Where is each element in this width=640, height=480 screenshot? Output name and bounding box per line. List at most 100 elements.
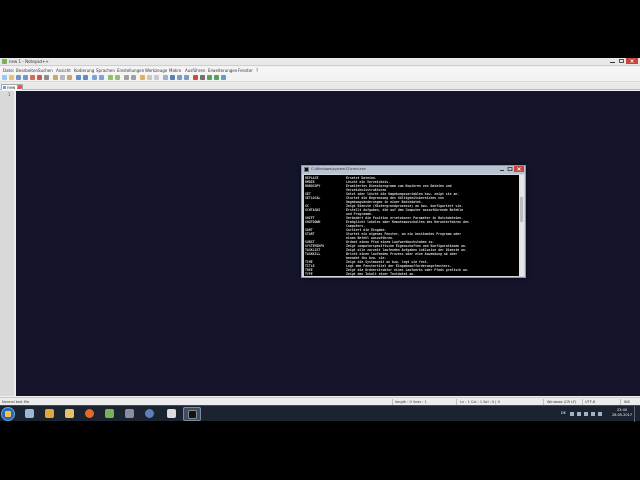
- close-all-icon[interactable]: [37, 75, 42, 80]
- show-desktop-button[interactable]: [634, 406, 640, 422]
- open-file-icon[interactable]: [9, 75, 14, 80]
- taskbar-app[interactable]: [121, 407, 139, 421]
- maximize-icon: [507, 167, 513, 171]
- clock[interactable]: 23:40 28.05.2017: [612, 408, 632, 418]
- desktop: new 1 - Notepad++ Datei Bearbeiten Suche…: [0, 0, 640, 480]
- paste-icon[interactable]: [67, 75, 72, 80]
- tray-volume-icon[interactable]: [591, 412, 595, 416]
- command-prompt-window: C:\Windows\system32\cmd.exe REPLACE Erset…: [301, 165, 526, 278]
- tab-close-icon[interactable]: [18, 85, 22, 89]
- cmd-minimize-button[interactable]: [498, 166, 506, 172]
- command-name: SHUTDOWN: [305, 220, 321, 224]
- tab-bar: new 1: [0, 83, 640, 90]
- firefox-icon: [85, 409, 94, 418]
- indent-guide-icon[interactable]: [154, 75, 159, 80]
- cmd-vertical-scrollbar[interactable]: [519, 175, 524, 276]
- menu-item-makro[interactable]: Makro: [169, 68, 181, 73]
- close-icon: [630, 59, 634, 63]
- close-button[interactable]: [626, 58, 638, 64]
- disc-icon: [145, 409, 154, 418]
- taskbar-document[interactable]: [163, 407, 181, 421]
- command-name: TASKKILL: [305, 252, 321, 256]
- taskbar-cmd[interactable]: [183, 407, 201, 421]
- menu-item-bearbeiten[interactable]: Bearbeiten: [16, 68, 38, 73]
- status-insert-mode: INS: [624, 400, 630, 404]
- menu-item-ausfuehren[interactable]: Ausführen: [185, 68, 205, 73]
- fold-margin[interactable]: [14, 91, 16, 396]
- language-icon[interactable]: [163, 75, 168, 80]
- taskbar-media-player[interactable]: [41, 407, 59, 421]
- menu-item-kodierung[interactable]: Kodierung: [74, 68, 94, 73]
- tray-flag-icon[interactable]: [577, 412, 581, 416]
- tray-network-icon[interactable]: [584, 412, 588, 416]
- tab-new-1[interactable]: new 1: [1, 84, 23, 90]
- clock-date: 28.05.2017: [612, 413, 633, 417]
- network-icon: [25, 409, 34, 418]
- record-macro-icon[interactable]: [193, 75, 198, 80]
- zoom-in-icon[interactable]: [108, 75, 113, 80]
- new-file-icon[interactable]: [2, 75, 7, 80]
- taskbar-firefox[interactable]: [81, 407, 99, 421]
- command-description: Zeigt den Inhalt einer Textdatei an.: [346, 272, 416, 276]
- save-macro-icon[interactable]: [221, 75, 226, 80]
- system-tray: [558, 408, 608, 420]
- minimize-button[interactable]: [608, 58, 617, 64]
- find-icon[interactable]: [92, 75, 97, 80]
- save-all-icon[interactable]: [23, 75, 28, 80]
- sync-horizontal-icon[interactable]: [131, 75, 136, 80]
- sync-vertical-icon[interactable]: [124, 75, 129, 80]
- save-icon[interactable]: [16, 75, 21, 80]
- folder-workspace-icon[interactable]: [184, 75, 189, 80]
- menu-item-einstellungen[interactable]: Einstellungen: [117, 68, 144, 73]
- document-map-icon[interactable]: [170, 75, 175, 80]
- word-wrap-icon[interactable]: [140, 75, 145, 80]
- undo-icon[interactable]: [76, 75, 81, 80]
- menu-item-ansicht[interactable]: Ansicht: [56, 68, 71, 73]
- taskbar-disc-app[interactable]: [141, 407, 159, 421]
- console-output[interactable]: REPLACE Ersetzt Dateien. RMDIR Löscht ein V…: [304, 175, 519, 276]
- tray-arrow-icon[interactable]: [570, 412, 574, 416]
- cmd-maximize-button[interactable]: [506, 166, 514, 172]
- start-button[interactable]: [1, 407, 15, 421]
- status-encoding: UTF-8: [585, 400, 596, 404]
- window-title: new 1 - Notepad++: [9, 59, 49, 64]
- redo-icon[interactable]: [83, 75, 88, 80]
- menu-item-sprachen[interactable]: Sprachen: [96, 68, 115, 73]
- menu-bar: Datei Bearbeiten Suchen Ansicht Kodierun…: [0, 67, 640, 74]
- status-file-type: Normal text file: [2, 400, 30, 404]
- document-icon: [167, 409, 176, 418]
- replace-icon[interactable]: [99, 75, 104, 80]
- function-list-icon[interactable]: [177, 75, 182, 80]
- taskbar-explorer[interactable]: [61, 407, 79, 421]
- scrollbar-thumb[interactable]: [520, 197, 523, 222]
- notepad-plus-plus-icon: [2, 59, 7, 64]
- stop-macro-icon[interactable]: [200, 75, 205, 80]
- taskbar-network-app[interactable]: [21, 407, 39, 421]
- menu-item-datei[interactable]: Datei: [3, 68, 14, 73]
- cmd-title-bar[interactable]: C:\Windows\system32\cmd.exe: [302, 166, 525, 174]
- tray-power-icon[interactable]: [598, 412, 602, 416]
- maximize-button[interactable]: [617, 58, 626, 64]
- cmd-icon: [188, 410, 197, 419]
- menu-item-werkzeuge[interactable]: Werkzeuge: [145, 68, 167, 73]
- title-bar[interactable]: new 1 - Notepad++: [0, 58, 640, 66]
- menu-item-suchen[interactable]: Suchen: [38, 68, 53, 73]
- cut-icon[interactable]: [53, 75, 58, 80]
- run-macro-multiple-icon[interactable]: [214, 75, 219, 80]
- toolbar: [0, 74, 640, 82]
- print-icon[interactable]: [44, 75, 49, 80]
- play-macro-icon[interactable]: [207, 75, 212, 80]
- minimize-icon: [500, 170, 504, 171]
- copy-icon[interactable]: [60, 75, 65, 80]
- menu-item-fenster[interactable]: Fenster: [238, 68, 253, 73]
- show-all-chars-icon[interactable]: [147, 75, 152, 80]
- minimize-icon: [610, 62, 615, 63]
- menu-item-help[interactable]: ?: [256, 68, 258, 73]
- zoom-out-icon[interactable]: [115, 75, 120, 80]
- maximize-icon: [619, 59, 624, 63]
- close-file-icon[interactable]: [30, 75, 35, 80]
- taskbar-notepad-plus-plus[interactable]: [101, 407, 119, 421]
- cmd-close-button[interactable]: [514, 166, 524, 172]
- menu-item-erweiterungen[interactable]: Erweiterungen: [208, 68, 237, 73]
- status-length: length : 0 lines : 1: [395, 400, 427, 404]
